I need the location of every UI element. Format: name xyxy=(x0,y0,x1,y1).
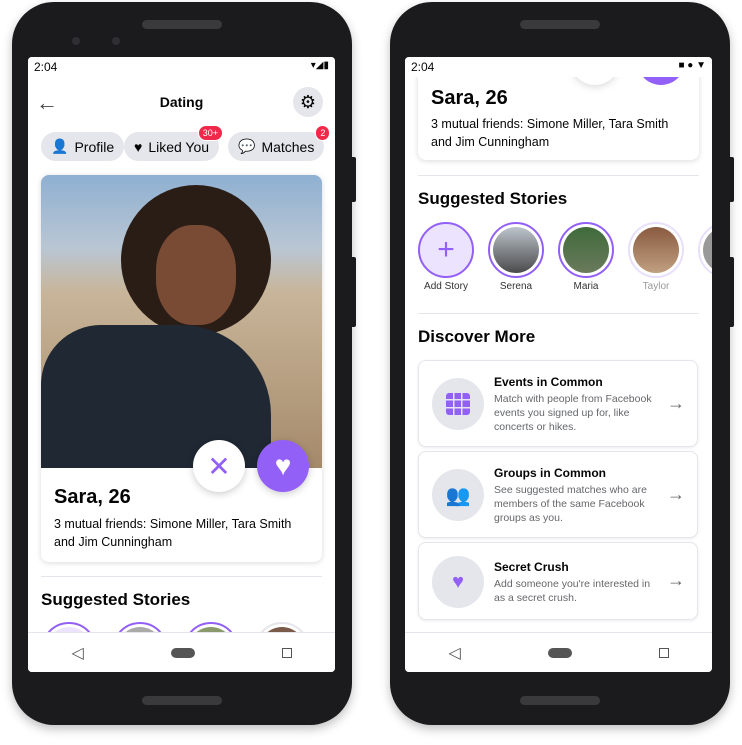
chat-icon: 💬 xyxy=(238,138,256,154)
card-title: Secret Crush xyxy=(494,560,569,574)
speaker xyxy=(520,696,600,705)
tab-liked-you[interactable]: ♥ Liked You 30+ xyxy=(124,125,224,161)
nav-bar: ◁ xyxy=(405,632,712,672)
signal-icons: ▾◢▮ xyxy=(310,60,329,71)
badge: 2 xyxy=(315,125,331,141)
tab-label: Profile xyxy=(74,138,115,155)
mutual-friends: 3 mutual friends: Simone Miller, Tara Sm… xyxy=(431,117,669,149)
face xyxy=(156,225,236,325)
card-desc: Match with people from Facebook events y… xyxy=(494,393,652,433)
close-icon: ✕ xyxy=(207,450,231,482)
back-nav-icon[interactable]: ◁ xyxy=(71,643,83,663)
person-icon: 👤 xyxy=(51,138,69,154)
pass-button[interactable]: ✕ xyxy=(193,440,245,492)
stories-title: Suggested Stories xyxy=(41,590,191,609)
home-nav-icon[interactable] xyxy=(170,647,195,658)
calendar-icon xyxy=(432,378,484,430)
tab-matches[interactable]: 💬 Matches 2 xyxy=(228,125,331,161)
recents-nav-icon[interactable] xyxy=(281,647,292,658)
groups-in-common-card[interactable]: 👥 Groups in Common See suggested matches… xyxy=(418,451,698,538)
recents-nav-icon[interactable] xyxy=(658,647,669,658)
mutual-friends: 3 mutual friends: Simone Miller, Tara Sm… xyxy=(54,517,292,549)
card-desc: See suggested matches who are members of… xyxy=(494,484,647,524)
story-jo[interactable] xyxy=(698,222,712,278)
like-button[interactable]: ♥ xyxy=(257,440,309,492)
secret-crush-card[interactable]: ♥ Secret Crush Add someone you're intere… xyxy=(418,542,698,620)
stories-title: Suggested Stories xyxy=(418,189,568,208)
speaker xyxy=(142,696,222,705)
arrow-right-icon: → xyxy=(667,484,685,504)
nav-bar: ◁ xyxy=(28,632,335,672)
divider xyxy=(41,576,322,577)
status-time: 2:04 xyxy=(411,60,435,74)
story-label: Maria xyxy=(573,281,599,292)
discover-title: Discover More xyxy=(418,327,536,346)
screen: 2:04 ▾◢▮ ← Dating ⚙ 👤 Profile ♥ Liked You 3… xyxy=(28,57,335,672)
card-desc: Add someone you're interested in as a se… xyxy=(494,578,651,604)
card-title: Groups in Common xyxy=(494,466,606,480)
story-maria[interactable] xyxy=(558,222,614,278)
profile-photo xyxy=(41,175,322,468)
arrow-right-icon: → xyxy=(667,570,685,590)
add-story-button[interactable]: + xyxy=(418,222,474,278)
hearts-icon: ♥ xyxy=(432,556,484,608)
story-label: Serena xyxy=(499,281,533,292)
heart-icon: ♥ xyxy=(134,138,143,155)
badge: 30+ xyxy=(197,125,224,141)
screen: 2:04 ■ ● ▼ Sara, 26 3 mutual friends: Si… xyxy=(405,57,712,672)
story-taylor[interactable] xyxy=(628,222,684,278)
tab-profile[interactable]: 👤 Profile xyxy=(41,132,125,161)
profile-name: Sara, 26 xyxy=(54,486,131,508)
profile-card[interactable]: Sara, 26 3 mutual friends: Simone Miller… xyxy=(41,175,322,562)
plus-icon: + xyxy=(437,233,455,266)
profile-name: Sara, 26 xyxy=(431,87,508,109)
speaker xyxy=(520,20,600,29)
volume-button xyxy=(352,257,356,327)
story-label: Add Story xyxy=(424,281,468,292)
page-title: Dating xyxy=(159,94,204,110)
camera xyxy=(112,37,120,45)
status-icons: ■ ● ▼ xyxy=(678,60,706,71)
tab-label: Matches xyxy=(261,138,315,155)
divider xyxy=(418,175,699,176)
arrow-right-icon: → xyxy=(667,393,685,413)
status-bar: 2:04 ■ ● ▼ xyxy=(405,57,712,77)
card-title: Events in Common xyxy=(494,375,603,389)
events-in-common-card[interactable]: Events in Common Match with people from … xyxy=(418,360,698,447)
gear-icon: ⚙ xyxy=(299,91,317,112)
story-serena[interactable] xyxy=(488,222,544,278)
phone-left: 2:04 ▾◢▮ ← Dating ⚙ 👤 Profile ♥ Liked You 3… xyxy=(12,2,356,725)
story-label: Jo xyxy=(691,281,712,292)
tab-label: Liked You xyxy=(148,138,210,155)
divider xyxy=(418,313,699,314)
power-button xyxy=(352,157,356,202)
power-button xyxy=(730,157,734,202)
volume-button xyxy=(730,257,734,327)
home-nav-icon[interactable] xyxy=(547,647,572,658)
status-time: 2:04 xyxy=(34,60,58,74)
heart-icon: ♥ xyxy=(274,450,292,481)
camera xyxy=(72,37,80,45)
speaker xyxy=(142,20,222,29)
status-bar: 2:04 ▾◢▮ xyxy=(28,57,335,77)
group-icon: 👥 xyxy=(432,469,484,521)
back-nav-icon[interactable]: ◁ xyxy=(448,643,460,663)
story-label: Taylor xyxy=(642,281,670,292)
settings-button[interactable]: ⚙ xyxy=(293,87,323,117)
phone-right: 2:04 ■ ● ▼ Sara, 26 3 mutual friends: Si… xyxy=(390,2,734,725)
